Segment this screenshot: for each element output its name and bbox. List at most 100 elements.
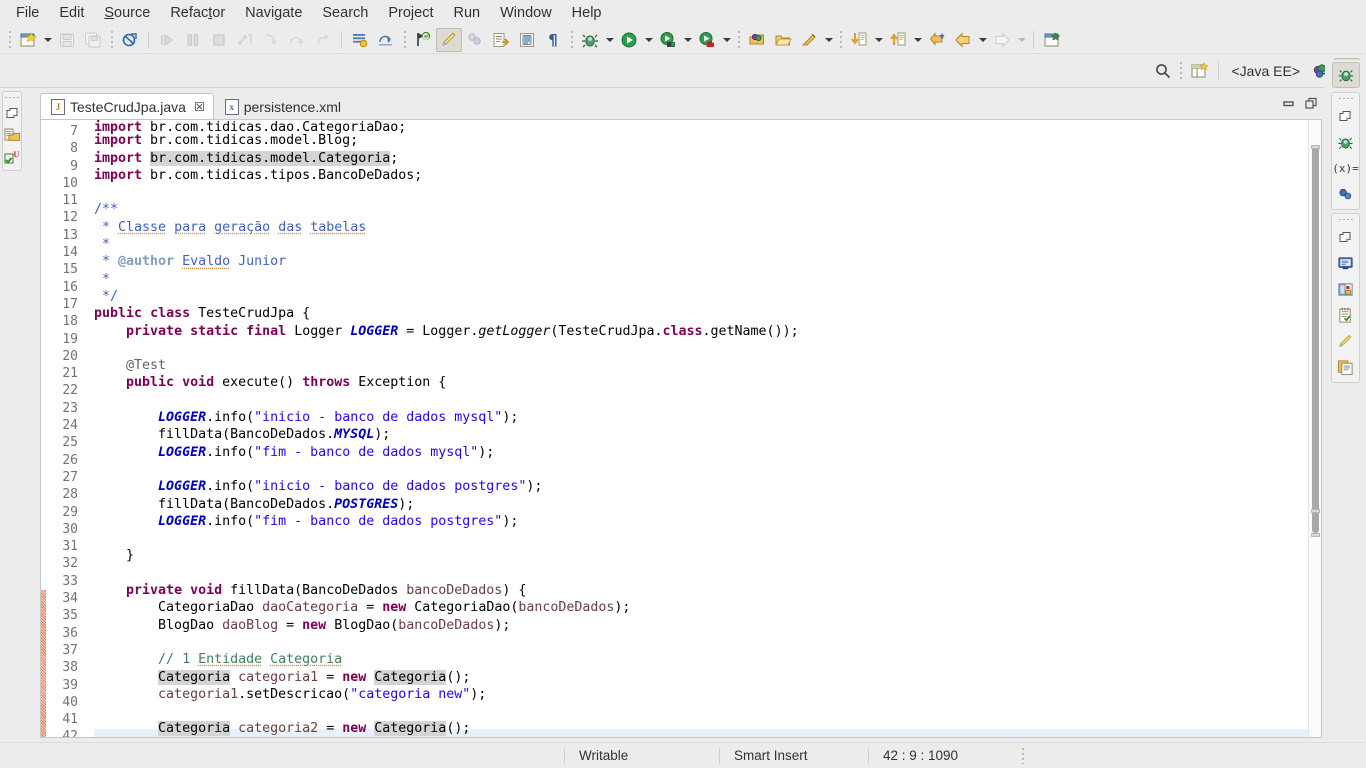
code-line[interactable]: import br.com.tidicas.tipos.BancoDeDados… [94, 167, 1308, 184]
project-explorer-icon[interactable] [2, 125, 22, 145]
menu-item-navigate[interactable]: Navigate [235, 2, 312, 24]
menu-item-edit[interactable]: Edit [49, 2, 94, 24]
last-edit-position-button[interactable] [924, 28, 950, 52]
code-line[interactable]: public class TesteCrudJpa { [94, 305, 1308, 322]
code-line[interactable]: LOGGER.info("fim - banco de dados postgr… [94, 513, 1308, 530]
debug-dropdown[interactable] [603, 28, 616, 52]
maximize-button[interactable] [1305, 97, 1318, 115]
toolbar-drag-handle-5[interactable] [735, 29, 742, 50]
code-line[interactable]: import br.com.tidicas.model.Categoria; [94, 150, 1308, 167]
code-line[interactable]: public void execute() throws Exception { [94, 374, 1308, 391]
drop-to-frame-button[interactable] [373, 28, 399, 52]
new-class-dropdown[interactable] [822, 28, 835, 52]
restore-icon[interactable] [1334, 225, 1358, 249]
new-java-package-button[interactable] [744, 28, 770, 52]
debug-view-icon[interactable] [1334, 130, 1358, 154]
code-line[interactable] [94, 565, 1308, 582]
new-wizard-dropdown[interactable] [41, 28, 54, 52]
new-java-class-button[interactable] [796, 28, 822, 52]
resume-button[interactable] [154, 28, 180, 52]
previous-annotation-button[interactable] [885, 28, 911, 52]
close-icon[interactable]: ☒ [194, 100, 205, 114]
perspective-drag-handle[interactable] [1177, 60, 1185, 81]
minimize-button[interactable] [1282, 97, 1295, 115]
menu-item-window[interactable]: Window [490, 2, 562, 24]
markers-view-icon[interactable] [1334, 329, 1358, 353]
tasks-view-icon[interactable] [1334, 303, 1358, 327]
run-on-server-dropdown[interactable] [681, 28, 694, 52]
junit-view-icon[interactable]: U [2, 147, 22, 167]
menu-item-file[interactable]: File [6, 2, 49, 24]
restore-icon[interactable] [2, 103, 22, 123]
code-line[interactable]: */ [94, 288, 1308, 305]
folding-ruler[interactable] [80, 120, 94, 737]
back-dropdown[interactable] [976, 28, 989, 52]
debug-button[interactable] [577, 28, 603, 52]
restore-icon[interactable] [1334, 104, 1358, 128]
toolbar-drag-handle-3[interactable] [401, 29, 408, 50]
outline-view-icon[interactable] [1334, 355, 1358, 379]
code-line[interactable]: } [94, 547, 1308, 564]
stack-grip[interactable] [5, 95, 19, 100]
step-return-button[interactable] [310, 28, 336, 52]
code-line[interactable]: // 1 Entidade Categoria [94, 651, 1308, 668]
editor-tab-persistence[interactable]: x persistence.xml [214, 93, 350, 120]
code-line[interactable]: import br.com.tidicas.dao.CategoriaDao; [94, 120, 1308, 135]
menu-item-help[interactable]: Help [562, 2, 612, 24]
code-line[interactable] [94, 392, 1308, 409]
open-type-button[interactable] [770, 28, 796, 52]
new-wizard-button[interactable] [15, 28, 41, 52]
code-line[interactable]: Categoria categoria2 = new Categoria(); [94, 720, 1308, 737]
occurrence-marker[interactable] [1311, 144, 1320, 149]
save-button[interactable] [54, 28, 80, 52]
toolbar-drag-handle-6[interactable] [837, 29, 844, 50]
last-edit-location-button[interactable] [410, 28, 436, 52]
next-annotation-dropdown[interactable] [872, 28, 885, 52]
toggle-breadcrumb-button[interactable] [462, 28, 488, 52]
code-line[interactable]: import br.com.tidicas.model.Blog; [94, 132, 1308, 149]
code-line[interactable]: fillData(BancoDeDados.POSTGRES); [94, 496, 1308, 513]
menu-item-search[interactable]: Search [312, 2, 378, 24]
toolbar-drag-handle[interactable] [6, 29, 13, 50]
back-button[interactable] [950, 28, 976, 52]
menu-item-source[interactable]: Source [94, 2, 160, 24]
code-line[interactable]: LOGGER.info("fim - banco de dados mysql"… [94, 444, 1308, 461]
search-button[interactable] [1150, 59, 1176, 83]
code-line[interactable] [94, 184, 1308, 201]
servers-view-icon[interactable] [1334, 277, 1358, 301]
code-line[interactable]: * [94, 271, 1308, 288]
forward-button[interactable] [989, 28, 1015, 52]
toggle-block-selection-button[interactable] [514, 28, 540, 52]
toolbar-drag-handle-4[interactable] [568, 29, 575, 50]
code-line[interactable] [94, 340, 1308, 357]
save-all-button[interactable] [80, 28, 106, 52]
previous-annotation-dropdown[interactable] [911, 28, 924, 52]
code-line[interactable]: * Classe para geração das tabelas [94, 219, 1308, 236]
build-all-button[interactable] [117, 28, 143, 52]
menu-item-refactor[interactable]: Refactor [160, 2, 235, 24]
variables-view-icon[interactable]: (x)= [1332, 156, 1359, 180]
scrollbar-thumb[interactable] [1312, 144, 1319, 534]
code-line[interactable]: @Test [94, 357, 1308, 374]
toggle-mark-occurrences-button[interactable] [436, 27, 462, 52]
breakpoints-view-icon[interactable] [1334, 182, 1358, 206]
show-whitespace-button[interactable]: ¶ [540, 28, 566, 52]
skip-all-breakpoints-button[interactable] [347, 28, 373, 52]
run-button[interactable] [616, 28, 642, 52]
source-code[interactable]: import br.com.tidicas.dao.CategoriaDao; i… [94, 120, 1308, 737]
stack-grip[interactable] [1338, 217, 1353, 222]
code-line[interactable]: * @author Evaldo Junior [94, 253, 1308, 270]
run-on-server-button[interactable] [655, 28, 681, 52]
code-line[interactable]: private void fillData(BancoDeDados banco… [94, 582, 1308, 599]
profile-dropdown[interactable] [720, 28, 733, 52]
code-line[interactable]: /** [94, 201, 1308, 218]
code-line[interactable]: Categoria categoria1 = new Categoria(); [94, 669, 1308, 686]
code-line[interactable]: LOGGER.info("inicio - banco de dados pos… [94, 478, 1308, 495]
new-window-button[interactable] [1039, 28, 1065, 52]
console-view-icon[interactable] [1334, 251, 1358, 275]
forward-dropdown[interactable] [1015, 28, 1028, 52]
code-line[interactable] [94, 703, 1308, 720]
occurrence-marker[interactable] [1311, 533, 1320, 538]
code-line[interactable]: BlogDao daoBlog = new BlogDao(bancoDeDad… [94, 617, 1308, 634]
step-into-selection-button[interactable] [232, 28, 258, 52]
